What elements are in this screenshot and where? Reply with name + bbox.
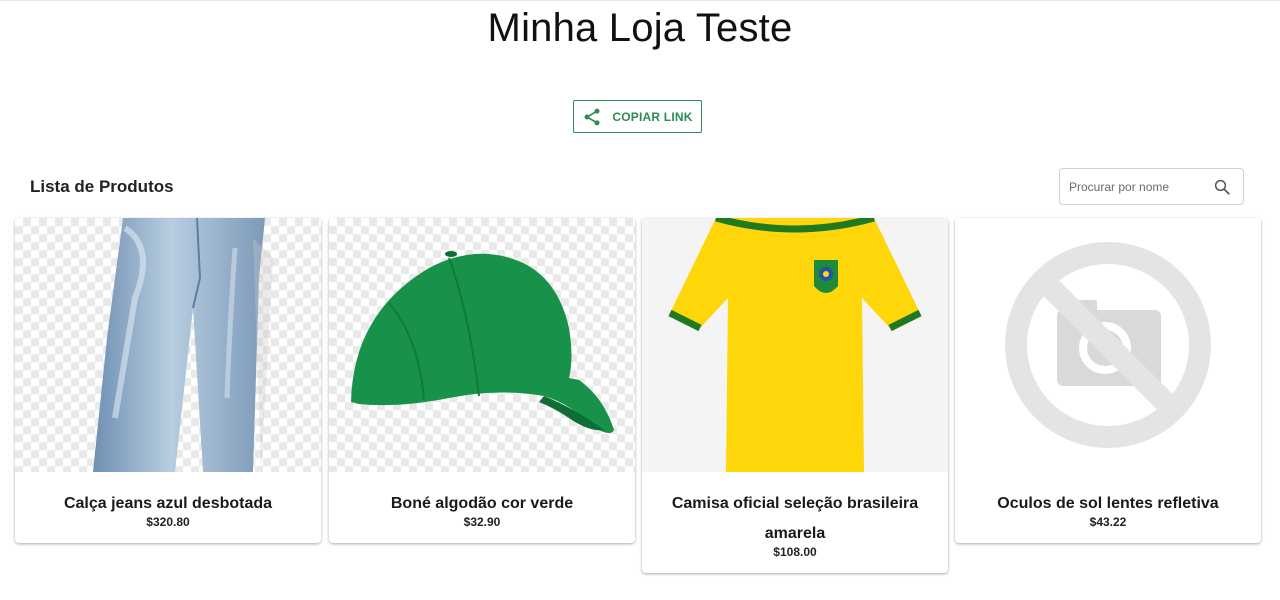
products-section-title: Lista de Produtos [30, 177, 174, 196]
product-name: Camisa oficial seleção brasileira amarel… [671, 495, 919, 542]
top-border [0, 0, 1280, 1]
cap-image [351, 251, 614, 433]
store-title: Minha Loja Teste [487, 6, 793, 50]
product-image-shirt [642, 218, 948, 472]
no-image-icon [1005, 242, 1211, 448]
product-name: Boné algodão cor verde [390, 495, 574, 512]
product-card[interactable]: Boné algodão cor verde $32.90 [329, 218, 635, 543]
product-image-placeholder [955, 218, 1261, 472]
product-card[interactable]: Calça jeans azul desbotada $320.80 [15, 218, 321, 543]
product-card[interactable]: Oculos de sol lentes refletiva $43.22 [955, 218, 1261, 543]
jeans-image [93, 218, 273, 472]
product-price: $32.90 [463, 515, 501, 529]
product-price: $43.22 [1089, 515, 1127, 529]
search-box [1059, 168, 1244, 205]
share-icon [584, 108, 600, 125]
product-price: $320.80 [146, 515, 190, 529]
product-image-cap [329, 218, 635, 472]
copy-link-label: COPIAR LINK [612, 109, 693, 124]
product-card[interactable]: Camisa oficial seleção brasileira amarel… [642, 218, 948, 573]
product-price: $108.00 [773, 545, 817, 559]
shirt-image [668, 218, 922, 472]
search-icon[interactable] [1213, 178, 1231, 196]
copy-link-button[interactable]: COPIAR LINK [573, 100, 702, 133]
search-input[interactable] [1069, 169, 1209, 204]
product-image-jeans [15, 218, 321, 472]
product-name: Calça jeans azul desbotada [63, 495, 273, 512]
product-name: Oculos de sol lentes refletiva [997, 495, 1219, 512]
